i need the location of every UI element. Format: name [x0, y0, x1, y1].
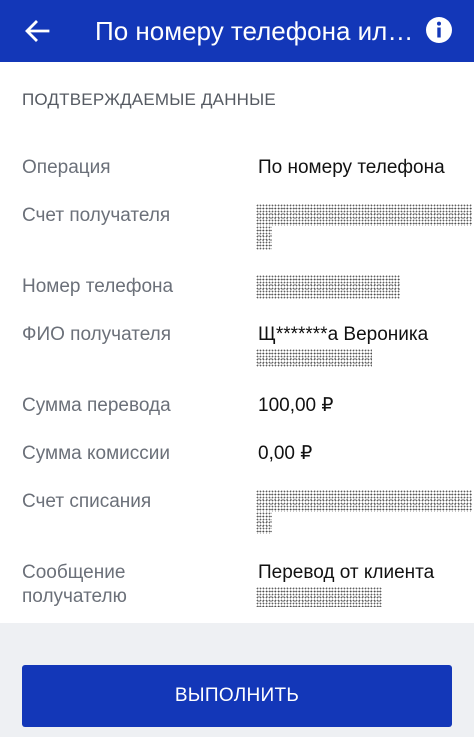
debit-account-masked-tail: [256, 512, 272, 534]
phone-masked: [256, 275, 400, 299]
message-masked: [256, 587, 382, 607]
execute-button[interactable]: ВЫПОЛНИТЬ: [22, 665, 452, 727]
recipient-account-masked-tail: [256, 226, 272, 250]
fee-label: Сумма комиссии: [22, 443, 170, 464]
app-bar: По номеру телефона ил…: [0, 0, 474, 62]
debit-account-masked: [256, 490, 472, 512]
back-button[interactable]: [0, 0, 74, 62]
info-icon: [426, 17, 452, 43]
bottom-panel: ВЫПОЛНИТЬ: [0, 623, 474, 737]
recipient-name-value: Щ*******а Вероника: [258, 324, 429, 345]
recipient-name-label: ФИО получателя: [22, 324, 172, 345]
message-label: Сообщение получателю: [22, 562, 127, 607]
recipient-name-masked: [256, 349, 372, 367]
phone-label: Номер телефона: [22, 276, 174, 297]
section-title: ПОДТВЕРЖДАЕМЫЕ ДАННЫЕ: [22, 90, 276, 109]
message-value: Перевод от клиента: [258, 562, 435, 583]
fee-value: 0,00 ₽: [258, 443, 313, 464]
arrow-left-icon: [25, 20, 50, 42]
page-title: По номеру телефона ил…: [95, 16, 413, 46]
operation-value: По номеру телефона: [258, 157, 445, 178]
confirmation-card: ПОДТВЕРЖДАЕМЫЕ ДАННЫЕ Операция По номеру…: [0, 62, 474, 623]
debit-account-label: Счет списания: [22, 491, 152, 512]
recipient-account-masked: [256, 204, 472, 226]
amount-value: 100,00 ₽: [258, 395, 334, 416]
operation-label: Операция: [22, 157, 111, 178]
info-button[interactable]: [423, 14, 455, 46]
amount-label: Сумма перевода: [22, 395, 171, 416]
recipient-account-label: Счет получателя: [22, 205, 171, 226]
